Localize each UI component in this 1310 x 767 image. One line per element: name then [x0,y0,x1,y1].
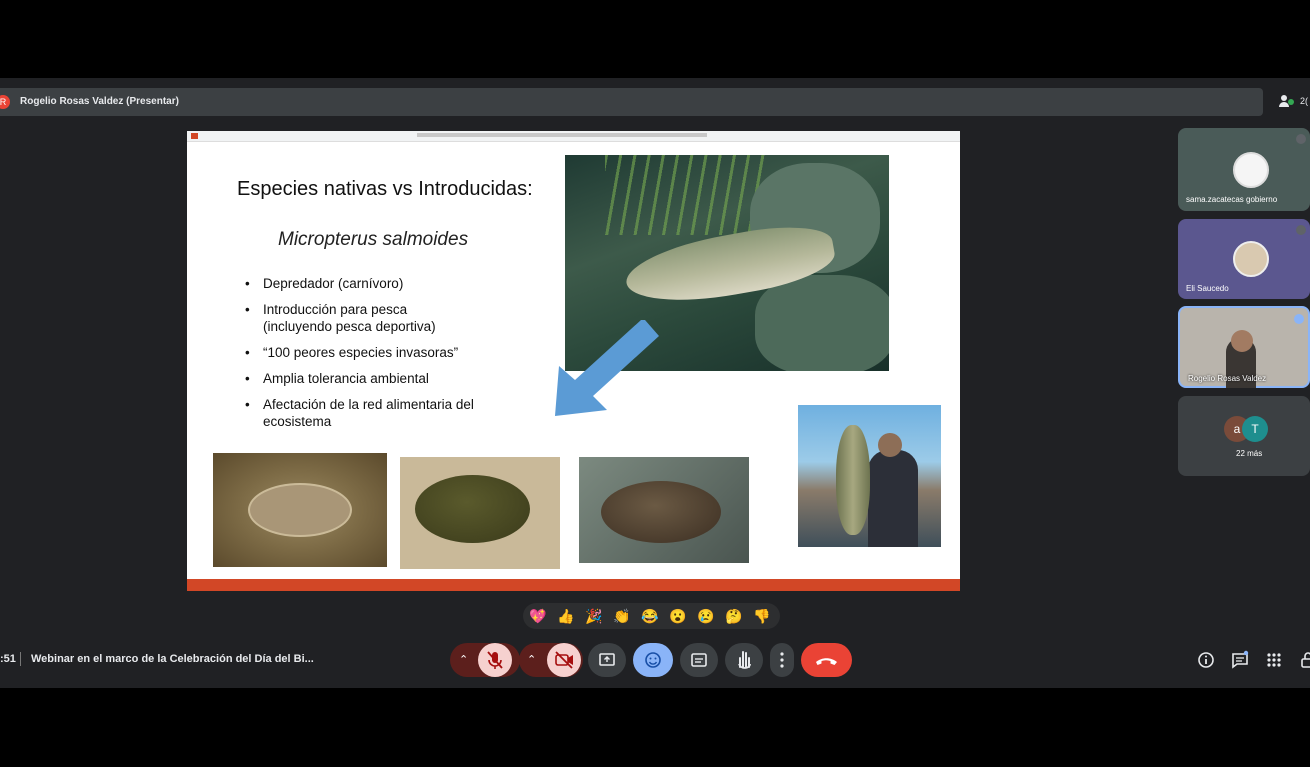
participant-count: 2( [1300,96,1309,106]
mic-off-icon [487,651,503,669]
slide-title: Especies nativas vs Introducidas: [237,178,533,200]
speaking-icon [1294,314,1304,324]
meeting-controls-bar: :51 Webinar en el marco de la Celebració… [0,640,1310,680]
lock-icon [1301,652,1310,668]
participant-tile-active-speaker[interactable]: Rogelio Rosas Valdez [1178,306,1310,388]
bullet-item: Introducción para pesca (incluyendo pesc… [245,301,478,335]
laughing-reaction[interactable]: 😂 [641,607,659,625]
sparkling-heart-reaction[interactable]: 💖 [529,607,547,625]
presenter-label: Rogelio Rosas Valdez (Presentar) [20,96,179,107]
meeting-time: :51 [0,653,16,665]
chat-icon [1232,650,1249,669]
more-options-button[interactable] [770,643,794,677]
avatar [1233,152,1269,188]
participant-face [1231,330,1253,352]
mic-icon [1296,225,1306,235]
reactions-bar: 💖 👍 🎉 👏 😂 😮 😢 🤔 👎 [523,603,780,629]
mic-control-group: ⌃ [450,643,520,677]
camera-off-icon [555,651,573,669]
participant-tile[interactable]: Eli Saucedo [1178,219,1310,299]
turtle-photo [579,457,749,563]
surprised-reaction[interactable]: 😮 [669,607,687,625]
frog-photo [213,453,387,567]
meeting-details-button[interactable] [1196,650,1216,670]
meeting-title: Webinar en el marco de la Celebración de… [31,653,314,665]
avatar [1233,241,1269,277]
captions-icon [691,653,707,667]
participant-name: sama.zacatecas gobierno [1186,195,1278,204]
leave-call-button[interactable] [801,643,852,677]
info-icon [1198,652,1214,668]
slide-window-bar [187,131,960,142]
apps-grid-icon [1267,653,1281,667]
party-popper-reaction[interactable]: 🎉 [585,607,603,625]
shared-slide: Especies nativas vs Introducidas: Microp… [187,131,960,591]
avatar: T [1242,416,1268,442]
slide-species-name: Micropterus salmoides [278,229,469,250]
divider [20,652,21,666]
clapping-reaction[interactable]: 👏 [613,607,631,625]
mic-off-button[interactable] [478,643,512,677]
raise-hand-icon [738,651,751,669]
powerpoint-icon [191,133,198,139]
host-controls-button[interactable] [1298,650,1310,670]
down-left-arrow-icon [555,320,659,416]
emoji-icon [645,652,661,668]
document-title-placeholder [417,133,707,137]
hang-up-icon [816,658,837,665]
raise-hand-button[interactable] [725,643,763,677]
thumbs-up-reaction[interactable]: 👍 [557,607,575,625]
participant-name: Rogelio Rosas Valdez [1188,374,1267,383]
bullet-item: Amplia tolerancia ambiental [245,370,483,387]
bullet-item: Depredador (carnívoro) [245,275,483,292]
thumbs-down-reaction[interactable]: 👎 [753,607,771,625]
slide-status-bar [187,579,960,591]
presenter-avatar: R [0,95,10,109]
captions-button[interactable] [680,643,718,677]
fisherman-photo [798,405,941,547]
present-screen-button[interactable] [588,643,626,677]
participant-name: Eli Saucedo [1186,284,1229,293]
chevron-up-icon[interactable]: ⌃ [459,643,468,677]
thinking-reaction[interactable]: 🤔 [725,607,743,625]
chat-button[interactable] [1230,650,1250,670]
presenter-bar: R Rogelio Rosas Valdez (Presentar) [0,88,1263,116]
more-participants-label: 22 más [1236,449,1263,458]
participant-tile[interactable]: sama.zacatecas gobierno [1178,128,1310,211]
bullet-item: “100 peores especies invasoras” [245,344,483,361]
present-icon [599,653,615,666]
people-icon[interactable] [1278,92,1300,112]
turtle-photo [400,457,560,569]
sad-reaction[interactable]: 😢 [697,607,715,625]
activities-button[interactable] [1264,650,1284,670]
chevron-up-icon[interactable]: ⌃ [527,643,536,677]
mic-icon [1296,134,1306,144]
reactions-button[interactable] [633,643,673,677]
bullet-item: Afectación de la red alimentaria del eco… [245,396,483,430]
more-vert-icon [780,652,784,668]
camera-off-button[interactable] [547,643,581,677]
bullet-list: Depredador (carnívoro) Introducción para… [245,275,483,439]
camera-control-group: ⌃ [519,643,583,677]
more-participants-tile[interactable]: a T 22 más [1178,396,1310,476]
